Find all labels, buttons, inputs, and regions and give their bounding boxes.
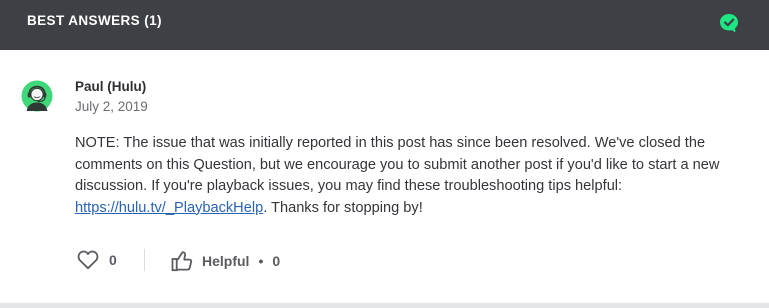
answer-body-text: NOTE: The issue that was initially repor… <box>75 135 720 194</box>
answer-body: NOTE: The issue that was initially repor… <box>75 133 755 219</box>
section-title: BEST ANSWERS (1) <box>27 13 162 28</box>
like-button[interactable]: 0 <box>77 250 117 270</box>
heart-icon <box>77 250 99 270</box>
helpful-label: Helpful <box>202 253 250 269</box>
action-divider <box>144 249 145 271</box>
author-avatar[interactable] <box>21 80 53 112</box>
panel-bottom-border <box>0 303 769 308</box>
best-answers-panel: BEST ANSWERS (1) Paul (Hulu) July 2, 201… <box>0 0 769 308</box>
answer-actions: 0 Helpful • 0 <box>0 248 769 276</box>
author-name[interactable]: Paul (Hulu) <box>75 79 146 94</box>
helpful-button[interactable]: Helpful • 0 <box>171 250 280 272</box>
best-answers-header: BEST ANSWERS (1) <box>0 0 769 50</box>
check-bubble-icon <box>720 14 738 33</box>
helpful-separator: • <box>258 253 264 269</box>
playback-help-link[interactable]: https://hulu.tv/_PlaybackHelp <box>75 200 263 216</box>
helpful-count: 0 <box>272 253 281 269</box>
thumbs-up-icon <box>171 251 193 272</box>
answer-body-text-end: . Thanks for stopping by! <box>263 199 423 216</box>
like-count: 0 <box>109 252 117 268</box>
post-date: July 2, 2019 <box>75 99 148 114</box>
